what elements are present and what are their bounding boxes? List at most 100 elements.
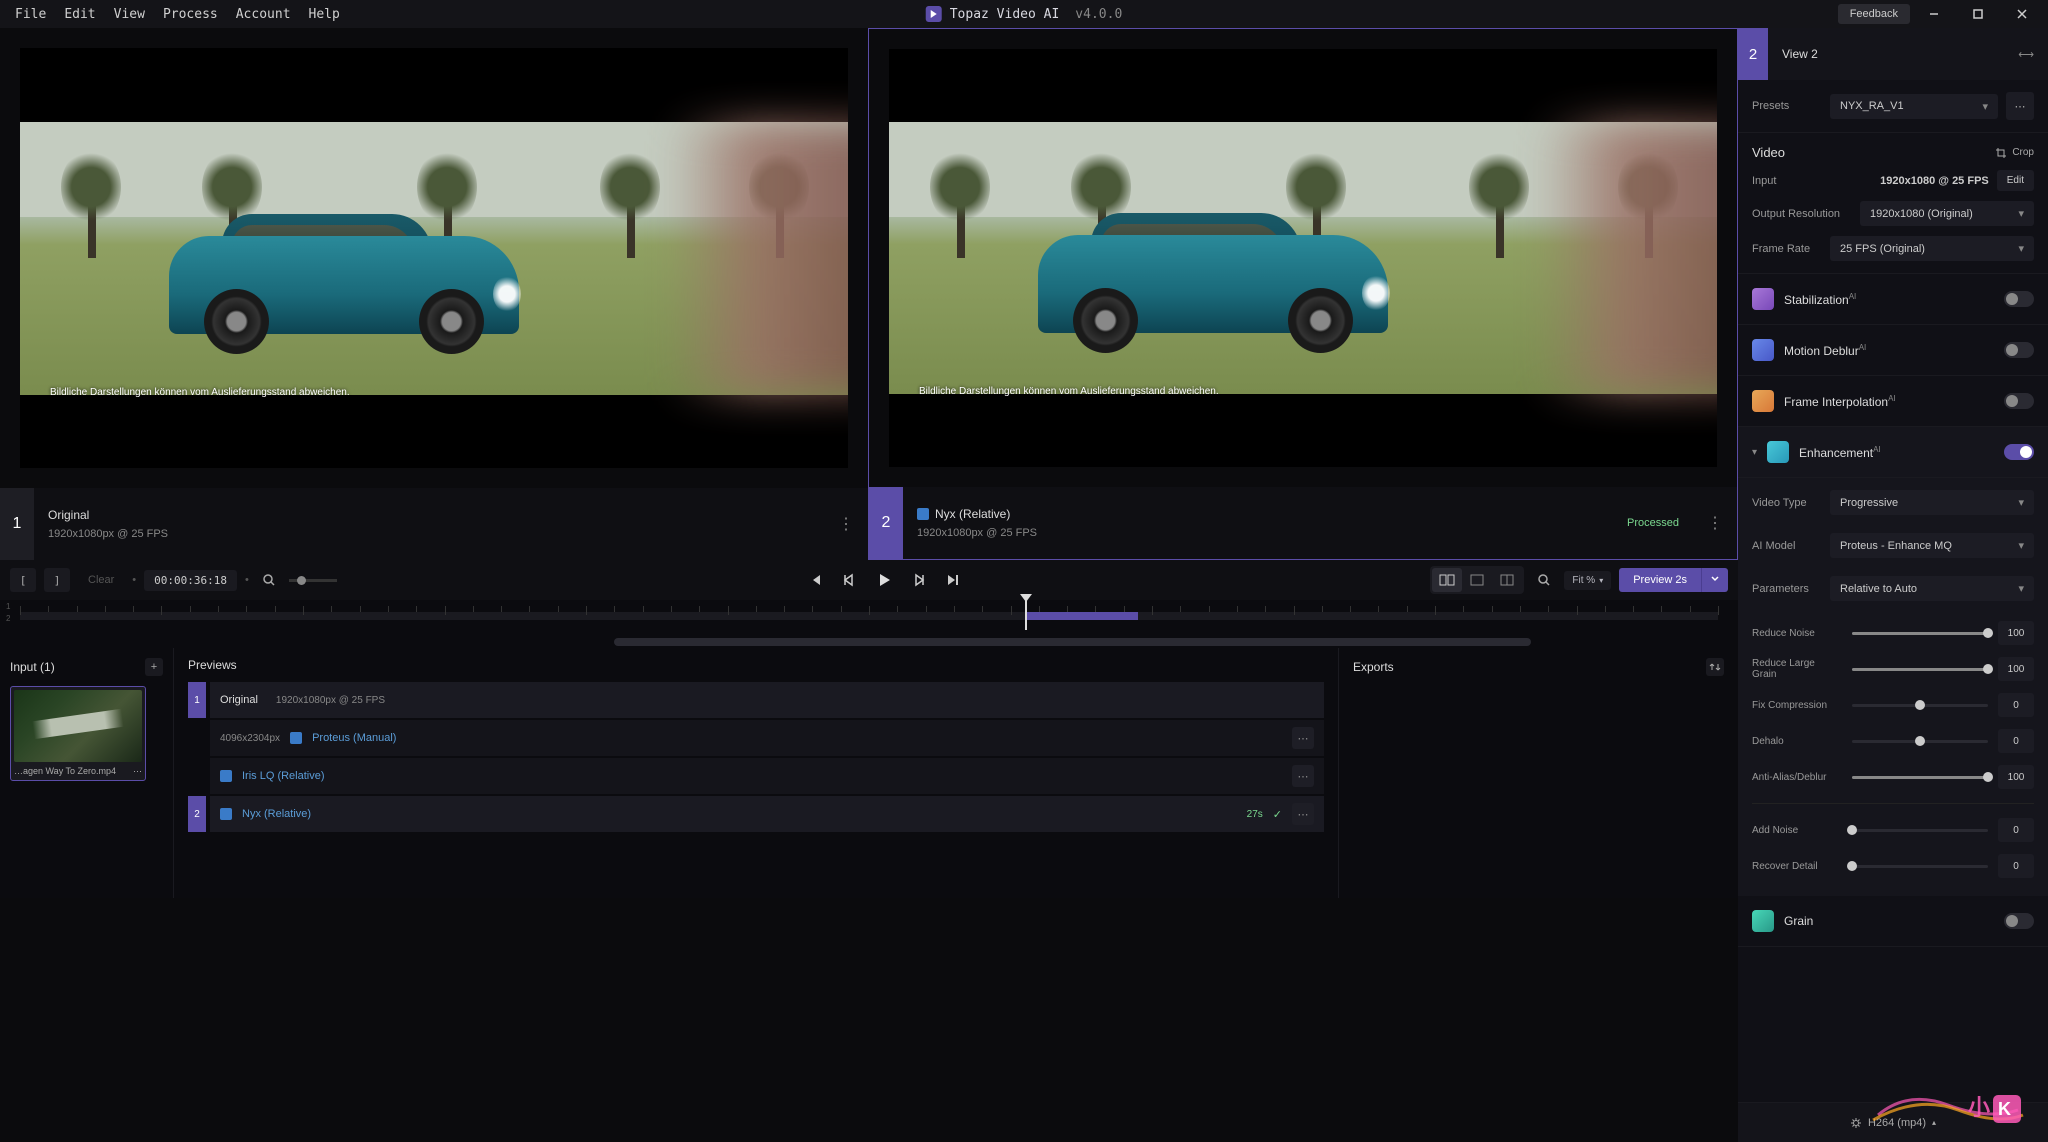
disclaimer-text-left: Bildliche Darstellungen können vom Ausli… [50, 387, 350, 398]
play-button[interactable] [875, 571, 893, 589]
video-canvas-original[interactable]: Bildliche Darstellungen können vom Ausli… [20, 48, 848, 468]
dehalo-slider[interactable] [1852, 740, 1988, 743]
parameters-select[interactable]: Relative to Auto▾ [1830, 576, 2034, 601]
menu-file[interactable]: File [6, 2, 55, 27]
add-noise-slider[interactable] [1852, 829, 1988, 832]
motion-deblur-section[interactable]: Motion DeblurAI [1738, 325, 2048, 376]
video-canvas-processed[interactable]: Bildliche Darstellungen können vom Ausli… [889, 49, 1717, 467]
enhancement-toggle[interactable] [2004, 444, 2034, 460]
view-info-original: 1 Original 1920x1080px @ 25 FPS ⋮ [0, 488, 868, 560]
exports-title: Exports [1353, 660, 1394, 674]
edit-input-button[interactable]: Edit [1997, 170, 2034, 191]
clear-button[interactable]: Clear [78, 574, 124, 586]
preview-row-iris[interactable]: Iris LQ (Relative) ⋯ [210, 758, 1324, 794]
timecode-display[interactable]: 00:00:36:18 [144, 570, 237, 591]
presets-select[interactable]: NYX_RA_V1▾ [1830, 94, 1998, 119]
close-icon [2016, 8, 2028, 20]
menu-view[interactable]: View [105, 2, 154, 27]
preview-button[interactable]: Preview 2s [1619, 568, 1701, 592]
timeline-playhead[interactable] [1025, 600, 1027, 630]
preview-res-original: 1920x1080px @ 25 FPS [276, 695, 385, 706]
input-thumbnail[interactable]: …agen Way To Zero.mp4⋯ [10, 686, 146, 781]
menu-edit[interactable]: Edit [55, 2, 104, 27]
input-thumb-menu[interactable]: ⋯ [133, 766, 142, 777]
preview-row-nyx[interactable]: 2 Nyx (Relative) 27s ✓ ⋯ [210, 796, 1324, 832]
disclaimer-text-right: Bildliche Darstellungen können vom Ausli… [919, 386, 1219, 397]
zoom-timeline-button[interactable] [257, 568, 281, 592]
motion-deblur-toggle[interactable] [2004, 342, 2034, 358]
reduce-noise-value[interactable]: 100 [1998, 621, 2034, 645]
menu-help[interactable]: Help [300, 2, 349, 27]
exports-sort-button[interactable] [1706, 658, 1724, 676]
add-noise-label: Add Noise [1752, 825, 1842, 836]
menu-process[interactable]: Process [154, 2, 227, 27]
feedback-button[interactable]: Feedback [1838, 4, 1910, 24]
go-to-start-button[interactable] [807, 572, 823, 588]
preview-more-iris[interactable]: ⋯ [1292, 765, 1314, 787]
stabilization-section[interactable]: StabilizationAI [1738, 274, 2048, 325]
crop-button[interactable]: Crop [1995, 147, 2034, 159]
fix-compression-value[interactable]: 0 [1998, 693, 2034, 717]
framerate-label: Frame Rate [1752, 243, 1822, 255]
step-forward-button[interactable] [911, 572, 927, 588]
timeline-ticks [20, 606, 1718, 612]
view-menu-processed[interactable]: ⋮ [1693, 513, 1737, 533]
add-noise-value[interactable]: 0 [1998, 818, 2034, 842]
reduce-large-grain-slider[interactable] [1852, 668, 1988, 671]
preview-row-original[interactable]: 1 Original 1920x1080px @ 25 FPS [210, 682, 1324, 718]
dehalo-value[interactable]: 0 [1998, 729, 2034, 753]
frame-interpolation-section[interactable]: Frame InterpolationAI [1738, 376, 2048, 427]
view-number-1[interactable]: 1 [0, 488, 34, 560]
expand-sidebar-button[interactable]: ⟷ [2004, 48, 2048, 61]
menu-account[interactable]: Account [227, 2, 300, 27]
zoom-view-button[interactable] [1532, 568, 1556, 592]
preview-more-nyx[interactable]: ⋯ [1292, 803, 1314, 825]
add-input-button[interactable]: + [145, 658, 163, 676]
stabilization-toggle[interactable] [2004, 291, 2034, 307]
preview-row-proteus[interactable]: 4096x2304px Proteus (Manual) ⋯ [210, 720, 1324, 756]
split-icon [1499, 574, 1515, 586]
recover-detail-value[interactable]: 0 [1998, 854, 2034, 878]
preview-dropdown[interactable] [1701, 568, 1728, 592]
close-button[interactable] [2002, 0, 2042, 28]
step-back-button[interactable] [841, 572, 857, 588]
minimize-button[interactable] [1914, 0, 1954, 28]
grain-toggle[interactable] [2004, 913, 2034, 929]
mark-in-button[interactable]: [ [10, 568, 36, 592]
reduce-large-grain-value[interactable]: 100 [1998, 657, 2034, 681]
timeline[interactable]: 12 [0, 600, 1738, 636]
grain-section[interactable]: Grain [1738, 896, 2048, 947]
mark-out-button[interactable]: ] [44, 568, 70, 592]
view-mode-split[interactable] [1492, 568, 1522, 592]
view-menu-original[interactable]: ⋮ [824, 514, 868, 534]
ai-model-select[interactable]: Proteus - Enhance MQ▾ [1830, 533, 2034, 558]
recover-detail-slider[interactable] [1852, 865, 1988, 868]
timeline-zoom-slider[interactable] [289, 579, 337, 582]
enhancement-section-header[interactable]: ▾ EnhancementAI [1738, 427, 2048, 478]
view-mode-single[interactable] [1462, 568, 1492, 592]
zoom-fit-select[interactable]: Fit %▾ [1564, 571, 1611, 590]
video-type-select[interactable]: Progressive▾ [1830, 490, 2034, 515]
preview-more-proteus[interactable]: ⋯ [1292, 727, 1314, 749]
view-number-2[interactable]: 2 [869, 487, 903, 559]
timeline-scrollbar[interactable] [0, 636, 1738, 648]
single-icon [1469, 574, 1485, 586]
parameters-label: Parameters [1752, 583, 1822, 595]
anti-alias-slider[interactable] [1852, 776, 1988, 779]
preview-label-original: Original [220, 694, 258, 706]
timeline-preview-segment[interactable] [1025, 612, 1138, 620]
reduce-noise-slider[interactable] [1852, 632, 1988, 635]
export-footer[interactable]: H264 (mp4) ▴ [1738, 1102, 2048, 1142]
anti-alias-value[interactable]: 100 [1998, 765, 2034, 789]
frame-interpolation-toggle[interactable] [2004, 393, 2034, 409]
grain-icon [1752, 910, 1774, 932]
maximize-button[interactable] [1958, 0, 1998, 28]
motion-deblur-icon [1752, 339, 1774, 361]
fix-compression-slider[interactable] [1852, 704, 1988, 707]
frame-interpolation-label: Frame InterpolationAI [1784, 394, 1896, 409]
go-to-end-button[interactable] [945, 572, 961, 588]
framerate-select[interactable]: 25 FPS (Original)▾ [1830, 236, 2034, 261]
view-mode-side-by-side[interactable] [1432, 568, 1462, 592]
presets-more-button[interactable]: ⋯ [2006, 92, 2034, 120]
output-resolution-select[interactable]: 1920x1080 (Original)▾ [1860, 201, 2034, 226]
